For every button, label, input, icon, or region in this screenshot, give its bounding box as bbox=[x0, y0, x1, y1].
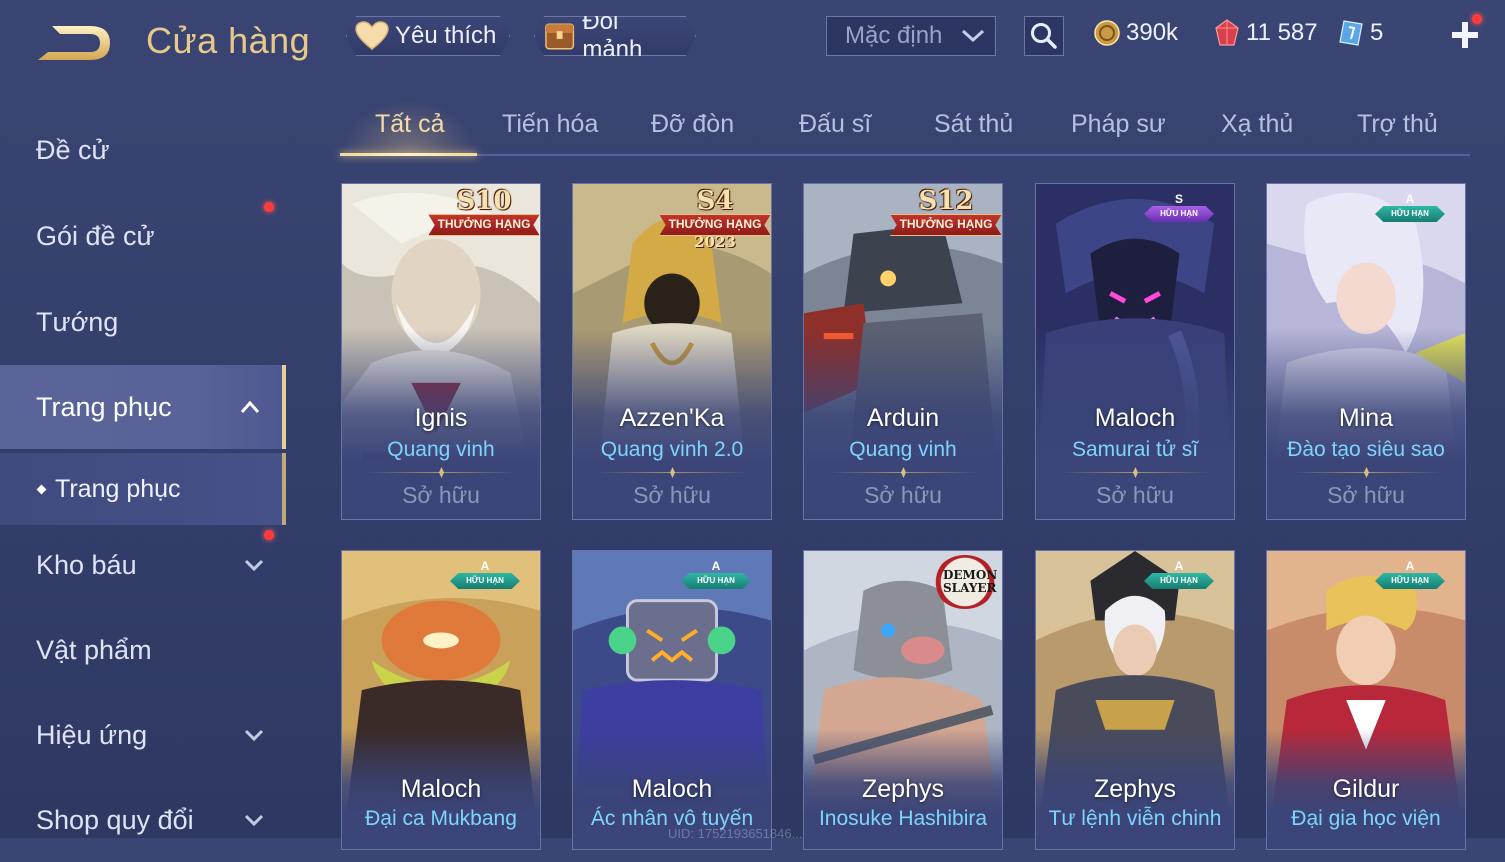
page-title: Cửa hàng bbox=[146, 20, 311, 61]
tier-badge: A HỮU HẠN bbox=[681, 559, 751, 593]
notification-dot bbox=[264, 202, 274, 212]
bullet-icon bbox=[36, 484, 47, 494]
skin-name: Inosuke Hashibira bbox=[818, 807, 988, 830]
gold-balance: 390k bbox=[1094, 18, 1178, 48]
hero-name: Mina bbox=[1338, 404, 1394, 432]
skin-name: Đào tạo siêu sao bbox=[1287, 438, 1445, 461]
rank-reward-badge: S12 THƯỞNG HẠNG bbox=[890, 186, 1002, 248]
exchange-fragments-button[interactable]: Đổi mảnh bbox=[534, 16, 696, 56]
exchange-label: Đổi mảnh bbox=[582, 8, 643, 63]
category-tabs: Tất cả Tiến hóa Đỡ đòn Đấu sĩ Sát thủ Ph… bbox=[340, 100, 1470, 156]
collab-logo-badge: DEMON SLAYER bbox=[934, 555, 997, 609]
rank-reward-badge: S4 THƯỞNG HẠNG 2023 bbox=[659, 186, 771, 251]
sidebar-item-exchange-shop[interactable]: Shop quy đổi bbox=[0, 778, 286, 862]
hero-name: Gildur bbox=[1332, 775, 1400, 803]
skin-card[interactable]: A HỮU HẠN Maloch Đại ca Mukbang bbox=[341, 550, 541, 850]
hero-name: Maloch bbox=[631, 775, 713, 803]
tier-badge: A HỮU HẠN bbox=[1144, 559, 1214, 593]
skin-card[interactable]: A HỮU HẠN Gildur Đại gia học viện bbox=[1266, 550, 1466, 850]
sidebar-item-effects[interactable]: Hiệu ứng bbox=[0, 693, 286, 777]
tier-badge: A HỮU HẠN bbox=[1375, 559, 1445, 593]
skin-name: Quang vinh bbox=[849, 438, 957, 461]
voucher-icon bbox=[1339, 20, 1363, 46]
chevron-up-icon bbox=[240, 400, 260, 413]
tab-mage[interactable]: Pháp sư bbox=[1071, 110, 1166, 139]
voucher-balance: 5 bbox=[1338, 18, 1383, 48]
hero-name: Zephys bbox=[1094, 775, 1176, 803]
owned-status: Sở hữu bbox=[633, 482, 711, 508]
tab-tank[interactable]: Đỡ đòn bbox=[651, 110, 734, 139]
gold-coin-icon bbox=[1094, 20, 1120, 46]
hero-name: Arduin bbox=[866, 404, 940, 432]
sidebar-item-recommended[interactable]: Đề cử bbox=[0, 108, 286, 192]
sidebar-subitem-skins[interactable]: Trang phục bbox=[0, 453, 286, 525]
notification-dot bbox=[1472, 14, 1482, 24]
sidebar: Đề cử Gói đề cử Tướng Trang phục Trang p… bbox=[0, 100, 290, 838]
skin-card[interactable]: DEMON SLAYER Zephys Inosuke Hashibira bbox=[803, 550, 1003, 850]
favorites-label: Yêu thích bbox=[395, 22, 497, 49]
ruby-balance: 11 587 bbox=[1214, 18, 1318, 48]
owned-status: Sở hữu bbox=[1096, 482, 1174, 508]
hero-name: Zephys bbox=[862, 775, 944, 803]
notification-dot bbox=[264, 530, 274, 540]
back-button[interactable] bbox=[34, 22, 114, 64]
owned-status: Sở hữu bbox=[1327, 482, 1405, 508]
sidebar-item-treasure[interactable]: Kho báu bbox=[0, 523, 286, 607]
skin-name: Đại gia học viện bbox=[1291, 807, 1441, 830]
sidebar-item-heroes[interactable]: Tướng bbox=[0, 280, 286, 364]
sort-value: Mặc định bbox=[845, 22, 943, 49]
skin-name: Quang vinh 2.0 bbox=[600, 438, 744, 461]
skin-name: Đại ca Mukbang bbox=[365, 807, 517, 830]
tier-badge: S HỮU HẠN bbox=[1144, 192, 1214, 226]
sidebar-item-recommended-packs[interactable]: Gói đề cử bbox=[0, 194, 286, 278]
tab-fighter[interactable]: Đấu sĩ bbox=[799, 110, 871, 139]
ruby-icon bbox=[1215, 19, 1239, 46]
favorites-button[interactable]: Yêu thích bbox=[346, 16, 510, 56]
rank-reward-badge: S10 THƯỞNG HẠNG bbox=[428, 186, 540, 248]
user-id-watermark: UID: 1752193651846... bbox=[668, 826, 803, 841]
tab-all[interactable]: Tất cả bbox=[375, 110, 444, 139]
owned-status: Sở hữu bbox=[402, 482, 480, 508]
skin-card[interactable]: A HỮU HẠN Maloch Ác nhân vô tuyến bbox=[572, 550, 772, 850]
hero-name: Maloch bbox=[400, 775, 482, 803]
chest-icon bbox=[543, 20, 576, 52]
chevron-down-icon bbox=[244, 559, 264, 572]
skin-card[interactable]: S HỮU HẠN Maloch Samurai tử sĩ Sở hữu bbox=[1035, 183, 1235, 520]
skin-name: Quang vinh bbox=[387, 438, 495, 461]
back-arrow-icon bbox=[38, 26, 110, 60]
skin-card[interactable]: S12 THƯỞNG HẠNG Arduin Quang vinh Sở hữu bbox=[803, 183, 1003, 520]
tier-badge: A HỮU HẠN bbox=[1375, 192, 1445, 226]
tab-support[interactable]: Trợ thủ bbox=[1357, 110, 1438, 139]
skin-card[interactable]: A HỮU HẠN Mina Đào tạo siêu sao Sở hữu bbox=[1266, 183, 1466, 520]
chevron-down-icon bbox=[961, 29, 985, 43]
tier-badge: A HỮU HẠN bbox=[450, 559, 520, 593]
chevron-down-icon bbox=[244, 729, 264, 742]
skin-card[interactable]: A HỮU HẠN Zephys Tư lệnh viễn chinh bbox=[1035, 550, 1235, 850]
hero-name: Azzen'Ka bbox=[619, 404, 725, 432]
hero-name: Maloch bbox=[1094, 404, 1176, 432]
active-tab-indicator bbox=[340, 153, 477, 156]
skin-name: Tư lệnh viễn chinh bbox=[1048, 807, 1222, 830]
tab-evolution[interactable]: Tiến hóa bbox=[502, 110, 598, 139]
tab-assassin[interactable]: Sát thủ bbox=[934, 110, 1013, 139]
sidebar-item-items[interactable]: Vật phẩm bbox=[0, 608, 286, 692]
sidebar-item-skins[interactable]: Trang phục bbox=[0, 365, 286, 449]
search-button[interactable] bbox=[1024, 16, 1064, 56]
search-icon bbox=[1031, 23, 1057, 49]
heart-icon bbox=[355, 21, 389, 51]
skin-card[interactable]: S10 THƯỞNG HẠNG Ignis Quang vinh Sở hữu bbox=[341, 183, 541, 520]
sort-dropdown[interactable]: Mặc định bbox=[826, 16, 996, 56]
owned-status: Sở hữu bbox=[864, 482, 942, 508]
skin-card[interactable]: S4 THƯỞNG HẠNG 2023 Azzen'Ka Quang vinh … bbox=[572, 183, 772, 520]
hero-name: Ignis bbox=[414, 404, 468, 432]
skin-name: Samurai tử sĩ bbox=[1071, 438, 1199, 461]
chevron-down-icon bbox=[244, 814, 264, 827]
tab-marksman[interactable]: Xạ thủ bbox=[1221, 110, 1293, 139]
